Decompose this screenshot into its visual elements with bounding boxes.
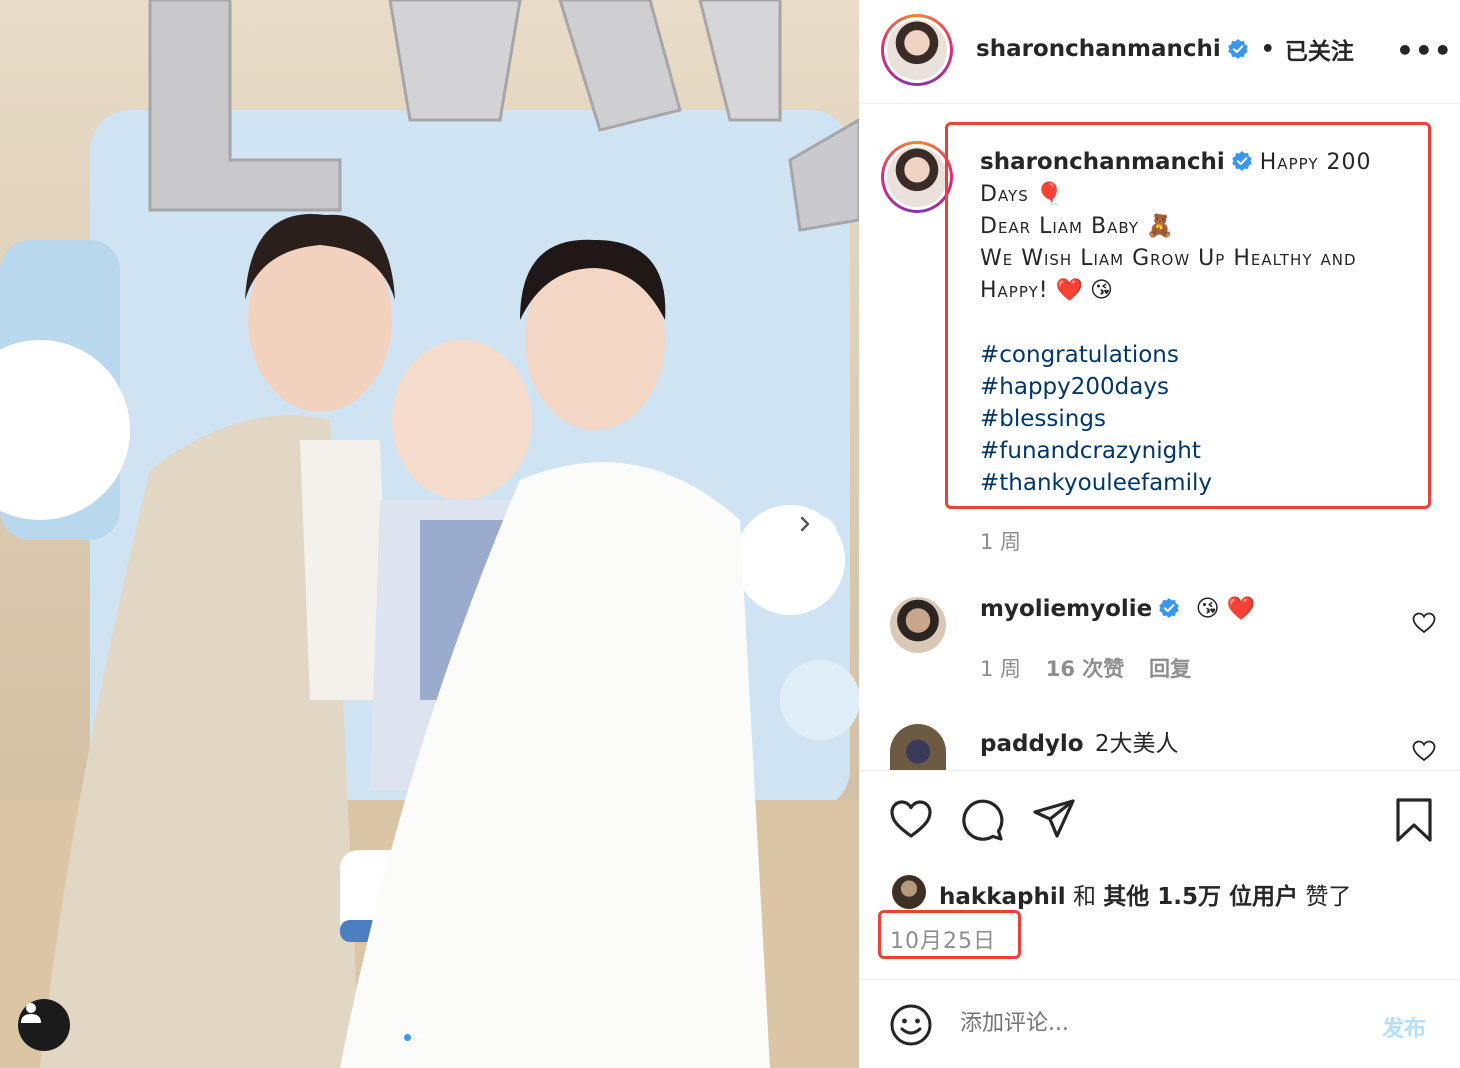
bookmark-icon[interactable] [1394, 797, 1434, 843]
verified-badge-icon [1159, 598, 1180, 618]
caption-line-4: We Wish Liam Grow Up Healthy and [980, 246, 1357, 271]
user-tag-icon [21, 1003, 41, 1023]
likes-suffix: 赞了 [1305, 884, 1352, 910]
comment-item: paddylo 2大美人 [980, 724, 1179, 758]
comment-username[interactable]: paddylo [980, 731, 1084, 757]
comment-username[interactable]: myoliemyolie [980, 596, 1152, 622]
post-date[interactable]: 10月25日 [890, 923, 996, 955]
more-options-icon[interactable]: ••• [1396, 34, 1453, 67]
comment-like-icon[interactable] [1412, 612, 1436, 634]
caption-line-3: Dear Liam Baby [980, 214, 1139, 239]
comment-icon[interactable] [960, 798, 1004, 842]
commenter-avatar[interactable] [890, 597, 946, 653]
header-separator: • [1260, 36, 1275, 62]
caption-line-1: Happy 200 [1259, 150, 1372, 175]
reply-button[interactable]: 回复 [1149, 657, 1191, 681]
post-photo[interactable] [0, 0, 859, 1068]
post-caption: sharonchanmanchi Happy 200 Days 🎈 Dear L… [980, 146, 1420, 499]
author-username[interactable]: sharonchanmanchi [976, 36, 1221, 62]
add-comment-bar: 发布 [859, 981, 1460, 1068]
hashtag-link[interactable]: #blessings [980, 403, 1420, 435]
carousel-dot [417, 1034, 424, 1041]
comment-like-icon[interactable] [1412, 740, 1436, 762]
carousel-dot [404, 1034, 411, 1041]
caption-author-avatar[interactable] [881, 141, 953, 213]
balloon-emoji: 🎈 [1035, 182, 1064, 207]
caption-line-2: Days [980, 182, 1029, 207]
post-header: sharonchanmanchi • 已关注 ••• [859, 0, 1460, 104]
likes-others[interactable]: 其他 1.5万 位用户 [1103, 884, 1298, 910]
emoji-icon[interactable] [889, 1003, 933, 1047]
bear-emoji: 🧸 [1145, 214, 1174, 239]
caption-time[interactable]: 1 周 [980, 526, 1021, 556]
comment-like-count[interactable]: 16 次赞 [1046, 657, 1125, 681]
post-comment-button[interactable]: 发布 [1382, 1011, 1426, 1043]
verified-badge-icon [1227, 39, 1248, 59]
comment-text: 😘 ❤️ [1195, 596, 1256, 622]
comment-meta: 1 周 16 次赞 回复 [980, 653, 1191, 683]
likes-summary: hakkaphil 和 其他 1.5万 位用户 赞了 [939, 877, 1351, 911]
liker-avatar[interactable] [892, 875, 926, 909]
heart-emoji: ❤️ [1055, 278, 1083, 303]
header-user: sharonchanmanchi • 已关注 [976, 32, 1354, 66]
next-arrow-icon [800, 516, 810, 532]
post-actions: hakkaphil 和 其他 1.5万 位用户 赞了 10月25日 [859, 770, 1460, 980]
comment-input[interactable] [960, 1011, 1360, 1036]
share-icon[interactable] [1032, 798, 1076, 840]
hashtag-link[interactable]: #funandcrazynight [980, 435, 1420, 467]
photo-illustration [0, 0, 859, 1068]
hashtag-link[interactable]: #congratulations [980, 339, 1420, 371]
comment-item: myoliemyolie 😘 ❤️ [980, 595, 1256, 622]
verified-badge-icon [1231, 151, 1252, 171]
hashtag-link[interactable]: #thankyouleefamily [980, 467, 1420, 499]
commenter-avatar[interactable] [890, 724, 946, 770]
comment-text: 2大美人 [1094, 731, 1179, 757]
following-button[interactable]: 已关注 [1285, 32, 1354, 66]
kiss-emoji: 😘 [1089, 278, 1113, 303]
caption-username[interactable]: sharonchanmanchi [980, 149, 1225, 175]
next-photo-button[interactable] [796, 515, 838, 557]
comment-time[interactable]: 1 周 [980, 657, 1021, 681]
heart-icon[interactable] [889, 799, 933, 839]
caption-line-5: Happy! [980, 278, 1049, 303]
carousel-indicator [404, 1034, 437, 1041]
post-side-panel: sharonchanmanchi • 已关注 ••• sharonchanman… [859, 0, 1460, 1068]
liker-username[interactable]: hakkaphil [939, 884, 1066, 910]
hashtag-link[interactable]: #happy200days [980, 371, 1420, 403]
user-tags-button[interactable] [18, 999, 70, 1051]
likes-connector: 和 [1072, 884, 1096, 910]
carousel-dot [430, 1034, 437, 1041]
author-avatar[interactable] [881, 14, 953, 86]
